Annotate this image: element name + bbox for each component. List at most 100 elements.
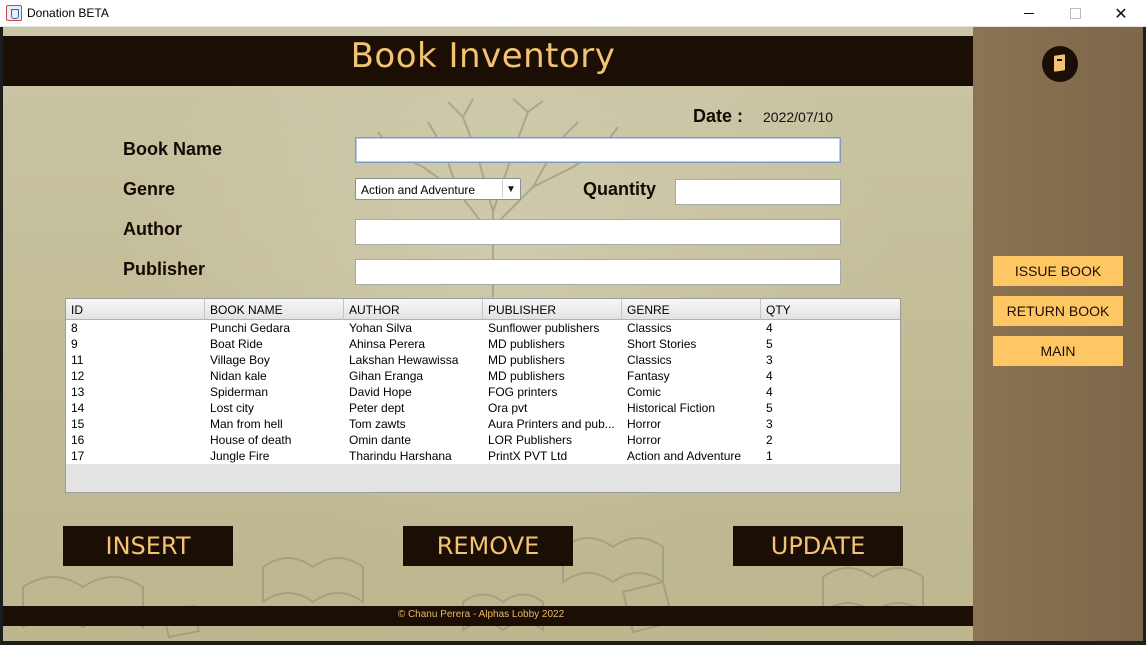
cell-book-name[interactable]: Village Boy [205,352,344,368]
cell-id[interactable]: 12 [66,368,205,384]
book-name-label: Book Name [123,139,223,159]
cell-publisher[interactable]: Aura Printers and pub... [483,416,622,432]
cell-genre[interactable]: Horror [622,416,761,432]
cell-author[interactable]: David Hope [344,384,483,400]
cell-genre[interactable]: Horror [622,432,761,448]
cell-id[interactable]: 8 [66,320,205,336]
cell-author[interactable]: Tharindu Harshana [344,448,483,464]
cell-genre[interactable]: Historical Fiction [622,400,761,416]
cell-author[interactable]: Yohan Silva [344,320,483,336]
quantity-label: Quantity [583,179,657,199]
quantity-input[interactable] [675,179,841,205]
cell-id[interactable]: 11 [66,352,205,368]
page-title: Book Inventory [350,36,616,76]
cell-id[interactable]: 9 [66,336,205,352]
book-name-input[interactable] [355,137,841,163]
cell-genre[interactable]: Comic [622,384,761,400]
publisher-input[interactable] [355,259,841,285]
cell-qty[interactable]: 2 [761,432,900,448]
table-row[interactable]: 11 Village Boy Lakshan Hewawissa MD publish… [66,352,900,368]
cell-qty[interactable]: 4 [761,320,900,336]
cell-publisher[interactable]: FOG printers [483,384,622,400]
footer-copyright: © Chanu Perera - Alphas Lobby 2022 [397,609,565,620]
cell-publisher[interactable]: MD publishers [483,368,622,384]
cell-genre[interactable]: Classics [622,352,761,368]
app-window: Donation BETA ✕ Book Inventory Date: 20… [0,0,1146,645]
books-table[interactable]: ID BOOK NAME AUTHOR PUBLISHER GENRE QTY … [65,298,901,493]
window-title: Donation BETA [27,6,109,20]
table-body: 8 Punchi Gedara Yohan Silva Sunflower publi… [66,320,900,464]
cell-publisher[interactable]: MD publishers [483,352,622,368]
java-app-icon [6,5,22,21]
cell-author[interactable]: Gihan Eranga [344,368,483,384]
column-header-qty[interactable]: QTY [761,299,900,320]
column-header-publisher[interactable]: PUBLISHER [483,299,622,320]
cell-publisher[interactable]: Ora pvt [483,400,622,416]
cell-book-name[interactable]: Spiderman [205,384,344,400]
remove-button[interactable]: REMOVE [403,526,573,566]
column-header-id[interactable]: ID [66,299,205,320]
cell-publisher[interactable]: Sunflower publishers [483,320,622,336]
cell-id[interactable]: 14 [66,400,205,416]
cell-publisher[interactable]: MD publishers [483,336,622,352]
table-row[interactable]: 14 Lost city Peter dept Ora pvt Historical F… [66,400,900,416]
book-logo-icon [1042,46,1078,82]
cell-id[interactable]: 13 [66,384,205,400]
close-button[interactable]: ✕ [1098,0,1144,27]
cell-genre[interactable]: Fantasy [622,368,761,384]
cell-book-name[interactable]: Boat Ride [205,336,344,352]
date-value: 2022/07/10 [763,109,834,125]
dropdown-arrow-icon[interactable]: ▼ [502,180,519,198]
update-button[interactable]: UPDATE [733,526,903,566]
cell-qty[interactable]: 5 [761,400,900,416]
cell-book-name[interactable]: Lost city [205,400,344,416]
cell-qty[interactable]: 3 [761,416,900,432]
cell-publisher[interactable]: LOR Publishers [483,432,622,448]
column-header-author[interactable]: AUTHOR [344,299,483,320]
cell-qty[interactable]: 5 [761,336,900,352]
cell-book-name[interactable]: Nidan kale [205,368,344,384]
cell-author[interactable]: Tom zawts [344,416,483,432]
publisher-label: Publisher [123,259,206,279]
cell-id[interactable]: 16 [66,432,205,448]
cell-qty[interactable]: 1 [761,448,900,464]
cell-genre[interactable]: Action and Adventure [622,448,761,464]
cell-author[interactable]: Peter dept [344,400,483,416]
cell-book-name[interactable]: House of death [205,432,344,448]
table-row[interactable]: 8 Punchi Gedara Yohan Silva Sunflower publi… [66,320,900,336]
column-header-book-name[interactable]: BOOK NAME [205,299,344,320]
main-button[interactable]: MAIN [993,336,1123,366]
main-content: Book Inventory Date : 2022/07/10 Book Na… [3,27,973,641]
table-row[interactable]: 13 Spiderman David Hope FOG printers Comic 4 [66,384,900,400]
maximize-button[interactable] [1052,0,1098,27]
cell-id[interactable]: 17 [66,448,205,464]
table-row[interactable]: 17 Jungle Fire Tharindu Harshana PrintX PVT… [66,448,900,464]
cell-genre[interactable]: Short Stories [622,336,761,352]
cell-id[interactable]: 15 [66,416,205,432]
date-label: Date : [693,106,744,126]
cell-author[interactable]: Omin dante [344,432,483,448]
table-row[interactable]: 15 Man from hell Tom zawts Aura Printers an… [66,416,900,432]
cell-book-name[interactable]: Punchi Gedara [205,320,344,336]
cell-book-name[interactable]: Man from hell [205,416,344,432]
minimize-button[interactable] [1006,0,1052,27]
author-input[interactable] [355,219,841,245]
table-row[interactable]: 12 Nidan kale Gihan Eranga MD publishers Fan… [66,368,900,384]
cell-author[interactable]: Ahinsa Perera [344,336,483,352]
cell-book-name[interactable]: Jungle Fire [205,448,344,464]
cell-genre[interactable]: Classics [622,320,761,336]
window-bottom-edge [0,641,1146,645]
cell-author[interactable]: Lakshan Hewawissa [344,352,483,368]
return-book-button[interactable]: RETURN BOOK [993,296,1123,326]
column-header-genre[interactable]: GENRE [622,299,761,320]
issue-book-button[interactable]: ISSUE BOOK [993,256,1123,286]
genre-dropdown[interactable]: Action and Adventure ▼ [355,178,521,200]
table-row[interactable]: 16 House of death Omin dante LOR Publishers… [66,432,900,448]
genre-selected-value: Action and Adventure [361,183,476,197]
table-row[interactable]: 9 Boat Ride Ahinsa Perera MD publishers Shor… [66,336,900,352]
cell-publisher[interactable]: PrintX PVT Ltd [483,448,622,464]
cell-qty[interactable]: 3 [761,352,900,368]
cell-qty[interactable]: 4 [761,368,900,384]
insert-button[interactable]: INSERT [63,526,233,566]
cell-qty[interactable]: 4 [761,384,900,400]
